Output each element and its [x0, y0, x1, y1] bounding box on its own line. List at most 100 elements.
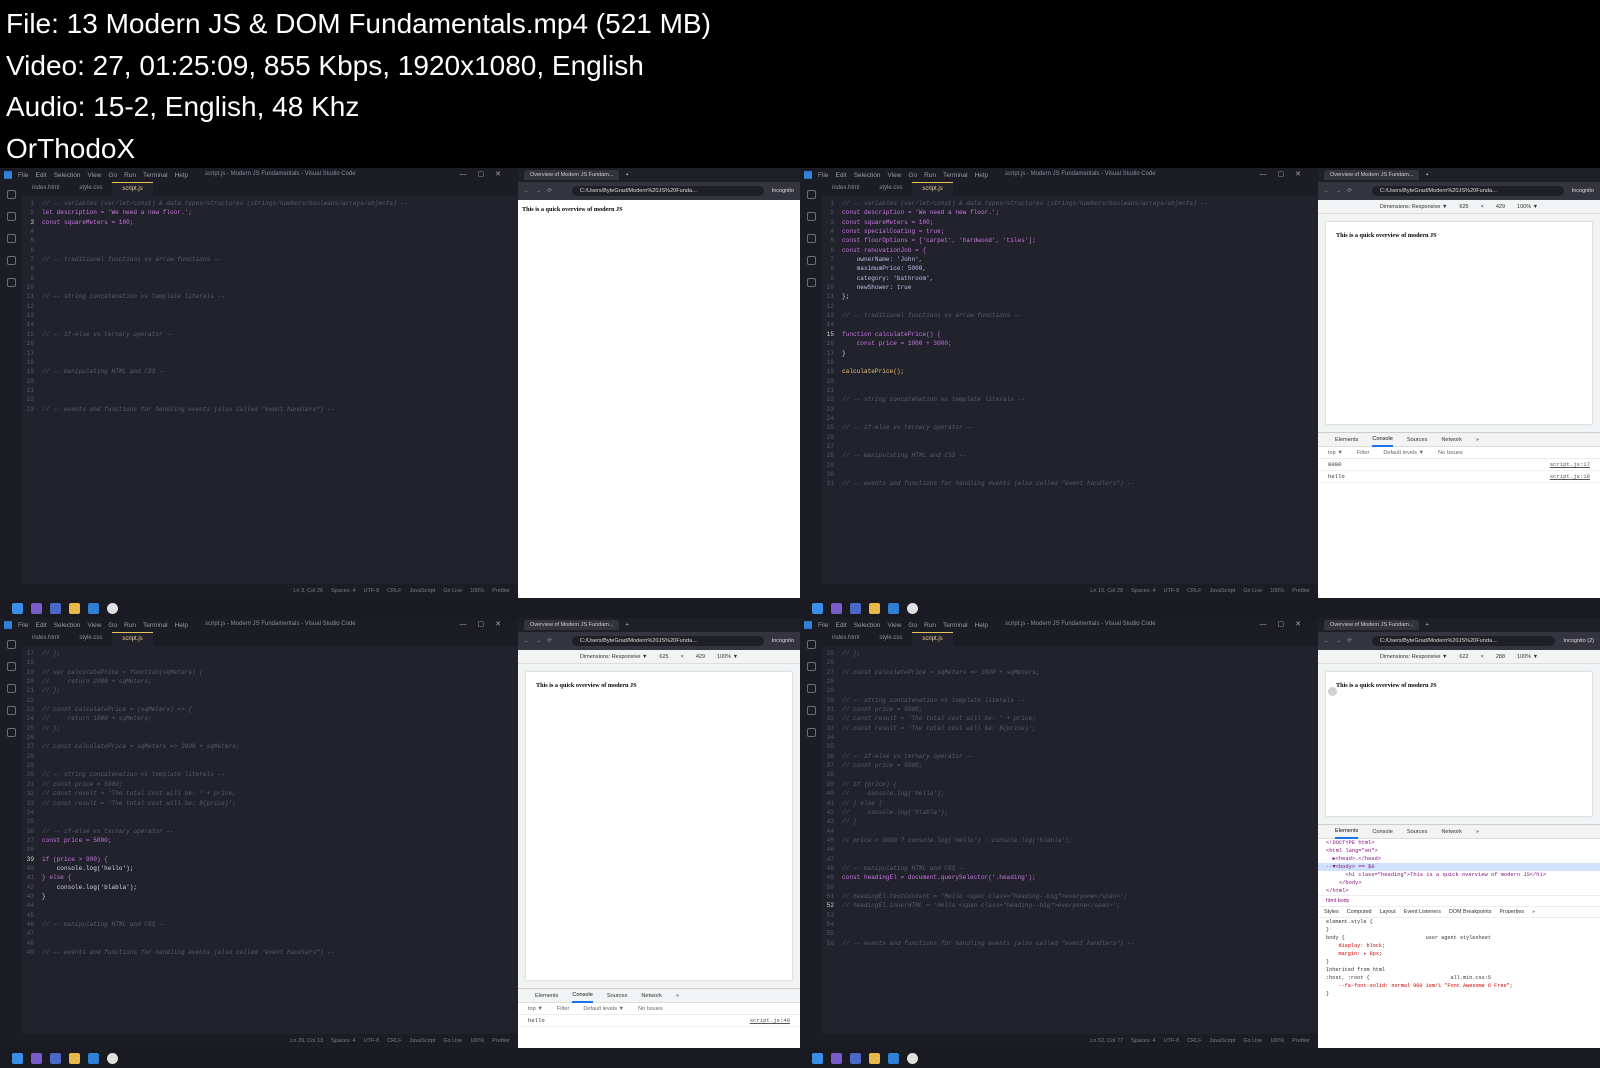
status-item[interactable]: JavaScript — [1210, 588, 1236, 594]
devtools-tab-network[interactable]: Network — [1441, 434, 1462, 446]
nav-buttons-icon[interactable]: ←→⟳ — [524, 638, 558, 644]
devtools-tab-elements[interactable]: Elements — [535, 990, 558, 1002]
styles-subtab[interactable]: Event Listeners — [1404, 909, 1441, 915]
device-height[interactable]: 429 — [696, 654, 705, 660]
status-item[interactable]: Prettier — [1292, 588, 1310, 594]
menu-item-go[interactable]: Go — [908, 622, 917, 629]
explorer-icon[interactable] — [806, 190, 816, 199]
code-editor[interactable]: 25 // }; 26 27 // const calculatePrice = sqM… — [822, 649, 1312, 1032]
status-item[interactable]: 100% — [470, 1038, 484, 1044]
devtools-tab-sources[interactable]: Sources — [607, 990, 628, 1002]
tab-index-html[interactable]: index.html — [822, 182, 869, 196]
status-item[interactable]: CRLF — [1187, 588, 1201, 594]
chrome-taskbar-icon[interactable] — [107, 602, 118, 614]
search-icon[interactable] — [6, 212, 16, 221]
source-control-icon[interactable] — [6, 684, 16, 693]
status-item[interactable]: Prettier — [492, 1038, 510, 1044]
menu-item-go[interactable]: Go — [108, 622, 117, 629]
menu-item-terminal[interactable]: Terminal — [943, 622, 968, 629]
app-icon[interactable] — [50, 1052, 61, 1064]
source-control-icon[interactable] — [6, 234, 16, 243]
status-item[interactable]: Prettier — [492, 588, 510, 594]
tab-script-js[interactable]: script.js — [912, 182, 953, 196]
device-zoom[interactable]: 100% ▼ — [1517, 654, 1538, 660]
console-source-link[interactable]: script.js:17 — [1550, 461, 1590, 468]
browser-tab[interactable]: Overview of Modern JS Fundam... — [1324, 620, 1420, 630]
dom-node[interactable]: ··▼<body> == $0 — [1318, 863, 1600, 871]
tab-style-css[interactable]: style.css — [69, 632, 112, 646]
window-controls[interactable]: —▢✕ — [460, 620, 512, 628]
tab-script-js[interactable]: script.js — [112, 182, 153, 196]
file-explorer-icon[interactable] — [869, 1052, 880, 1064]
url-field[interactable]: C:/Users/ByteGrad/Modern%20JS%20Funda... — [1371, 186, 1564, 196]
run-debug-icon[interactable] — [6, 256, 16, 265]
app-icon[interactable] — [850, 602, 861, 614]
menu-item-help[interactable]: Help — [175, 172, 188, 179]
devtools-tab-elements[interactable]: Elements — [1335, 825, 1359, 839]
console-filter-input[interactable]: Filter — [1357, 450, 1369, 456]
code-editor[interactable]: 17 // }; 18 19 // var calculatePrice = funct… — [22, 649, 512, 1032]
status-item[interactable]: Ln 3, Col 26 — [293, 588, 323, 594]
status-item[interactable]: Go Live — [1243, 1038, 1262, 1044]
code-editor[interactable]: 1 // -- variables (var/let/const) & data … — [22, 199, 512, 582]
menu-item-run[interactable]: Run — [924, 172, 936, 179]
menu-item-file[interactable]: File — [18, 622, 28, 629]
url-field[interactable]: C:/Users/ByteGrad/Modern%20JS%20Funda... — [571, 636, 764, 646]
menu-item-help[interactable]: Help — [175, 622, 188, 629]
extensions-icon[interactable] — [6, 278, 16, 287]
menu-item-run[interactable]: Run — [124, 622, 136, 629]
devtools-tab-console[interactable]: Console — [1372, 826, 1393, 838]
windows-start-icon[interactable] — [812, 1052, 823, 1064]
chrome-taskbar-icon[interactable] — [907, 1052, 918, 1064]
menu-item-terminal[interactable]: Terminal — [943, 172, 968, 179]
nav-buttons-icon[interactable]: ←→⟳ — [1324, 188, 1358, 194]
vscode-taskbar-icon[interactable] — [888, 1052, 899, 1064]
dom-node[interactable]: <html lang="en"> — [1318, 847, 1600, 855]
menu-item-edit[interactable]: Edit — [35, 172, 46, 179]
app-icon[interactable] — [31, 602, 42, 614]
vscode-taskbar-icon[interactable] — [88, 1052, 99, 1064]
log-levels-dropdown[interactable]: Default levels ▼ — [1383, 450, 1424, 456]
vscode-taskbar-icon[interactable] — [888, 602, 899, 614]
status-item[interactable]: JavaScript — [1210, 1038, 1236, 1044]
chrome-taskbar-icon[interactable] — [907, 602, 918, 614]
styles-subtab[interactable]: Computed — [1347, 909, 1372, 915]
menu-item-help[interactable]: Help — [975, 172, 988, 179]
explorer-icon[interactable] — [6, 640, 16, 649]
dom-breadcrumb[interactable]: html body — [1318, 895, 1600, 907]
log-levels-dropdown[interactable]: Default levels ▼ — [583, 1006, 624, 1012]
status-item[interactable]: Ln 39, Col 13 — [290, 1038, 323, 1044]
dom-node[interactable]: </html> — [1318, 887, 1600, 895]
styles-subtab[interactable]: Properties — [1499, 909, 1524, 915]
issues-indicator[interactable]: No Issues — [638, 1006, 663, 1012]
status-item[interactable]: Go Live — [443, 588, 462, 594]
url-field[interactable]: C:/Users/ByteGrad/Modern%20JS%20Funda... — [571, 186, 764, 196]
status-item[interactable]: CRLF — [387, 588, 401, 594]
new-tab-icon[interactable]: + — [1425, 622, 1428, 628]
menu-item-view[interactable]: View — [87, 172, 101, 179]
devtools-tab-sources[interactable]: Sources — [1407, 826, 1428, 838]
app-icon[interactable] — [831, 602, 842, 614]
browser-tab[interactable]: Overview of Modern JS Fundam... — [524, 620, 620, 630]
code-editor[interactable]: 1 // -- variables (var/let/const) & data … — [822, 199, 1312, 582]
device-width[interactable]: 625 — [659, 654, 668, 660]
device-dimensions[interactable]: Dimensions: Responsive ▼ — [1380, 204, 1448, 210]
tab-index-html[interactable]: index.html — [22, 182, 69, 196]
console-source-link[interactable]: script.js:18 — [1550, 473, 1590, 480]
search-icon[interactable] — [806, 212, 816, 221]
status-item[interactable]: JavaScript — [410, 1038, 436, 1044]
tab-style-css[interactable]: style.css — [69, 182, 112, 196]
extensions-icon[interactable] — [806, 278, 816, 287]
file-explorer-icon[interactable] — [869, 602, 880, 614]
device-width[interactable]: 625 — [1459, 204, 1468, 210]
status-item[interactable]: Go Live — [443, 1038, 462, 1044]
menu-item-selection[interactable]: Selection — [854, 622, 881, 629]
new-tab-icon[interactable]: + — [1425, 172, 1428, 178]
issues-indicator[interactable]: No Issues — [1438, 450, 1463, 456]
status-item[interactable]: Spaces: 4 — [1131, 1038, 1155, 1044]
status-item[interactable]: UTF-8 — [364, 588, 380, 594]
status-item[interactable]: Spaces: 4 — [1131, 588, 1155, 594]
search-icon[interactable] — [806, 662, 816, 671]
device-width[interactable]: 622 — [1459, 654, 1468, 660]
status-item[interactable]: 100% — [1270, 588, 1284, 594]
